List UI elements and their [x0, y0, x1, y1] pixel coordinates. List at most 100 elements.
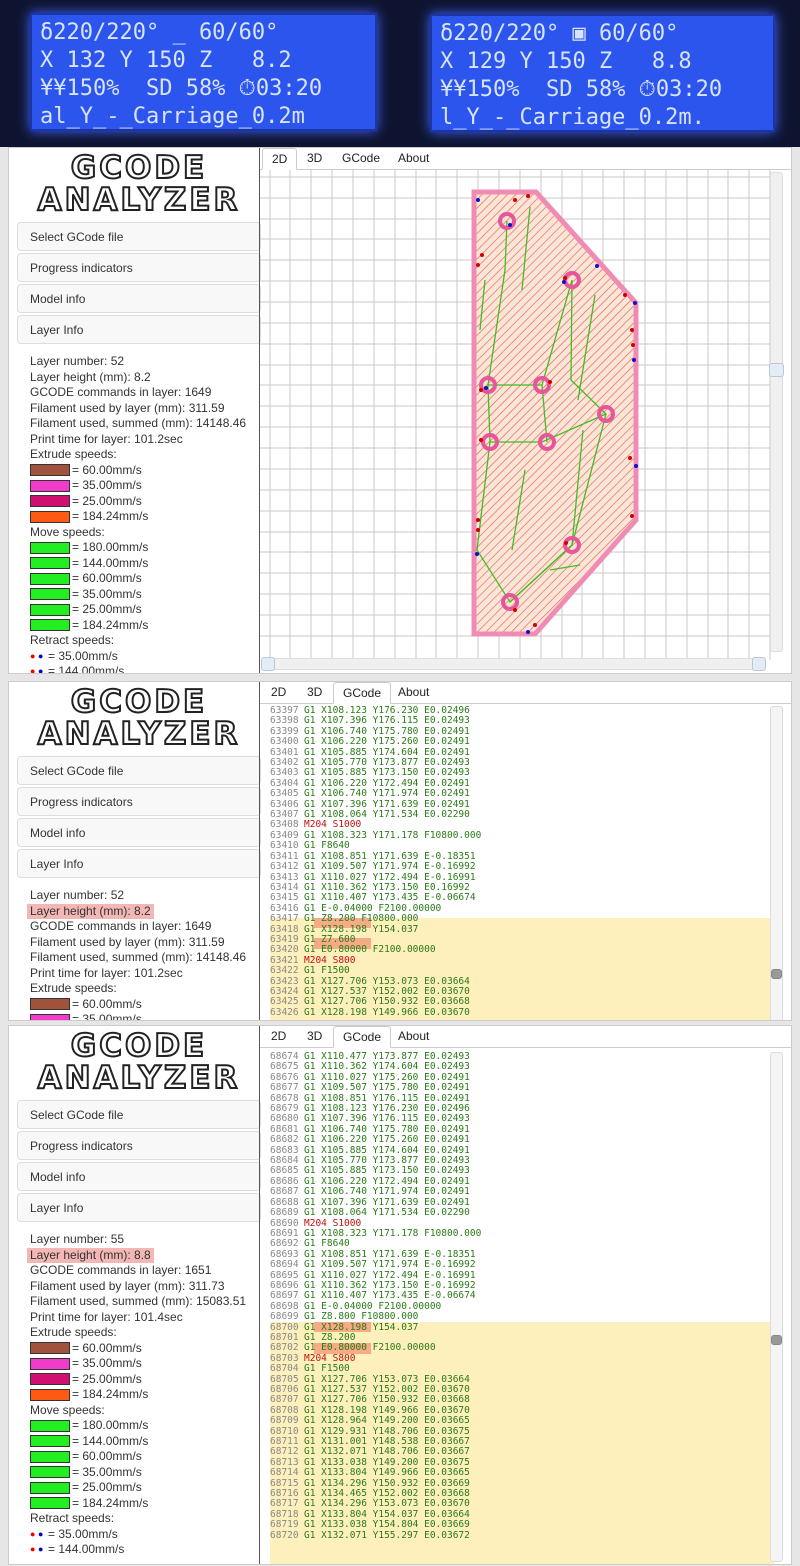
lcd-line: X 129 Y 150 Z 8.8	[440, 49, 692, 74]
gcode-command: G1 X110.027 Y172.494 E-0.16991	[304, 1269, 476, 1281]
layer-info-content: Layer number: 55 Layer height (mm): 8.8 …	[17, 1224, 261, 1558]
retract-dots-icon: ● ●	[30, 1528, 44, 1539]
gcode-command: G1 X110.407 Y173.435 E-0.06674	[304, 892, 476, 904]
color-swatch	[30, 1481, 70, 1494]
gcode-command: G1 Z7.600	[304, 933, 356, 945]
retract-speeds-title: Retract speeds:	[30, 633, 115, 647]
gcode-command: G1 X132.071 Y148.706 E0.03667	[304, 1446, 470, 1458]
legend-row: = 184.24mm/s	[30, 509, 261, 525]
gcode-command: G1 E0.80000 F2100.00000	[304, 1342, 436, 1354]
color-swatch	[30, 479, 70, 492]
gcode-scrollbar[interactable]	[770, 1052, 783, 1562]
gcode-analyzer-logo: GCODE ANALYZER	[17, 1026, 261, 1098]
lcd-line: ¥¥150% SD 58% ⏱03:20	[40, 76, 323, 101]
color-swatch	[30, 998, 70, 1011]
progress-slider-track[interactable]	[261, 657, 766, 671]
tab-2d[interactable]: 2D	[262, 682, 295, 704]
gcode-command: G1 X108.123 Y176.230 E0.02496	[304, 1103, 470, 1115]
layer-2d-canvas[interactable]	[260, 170, 782, 660]
progress-slider-start-handle[interactable]	[261, 657, 275, 671]
tab-2d[interactable]: 2D	[262, 1026, 295, 1048]
legend-row: = 184.24mm/s	[30, 618, 261, 634]
model-info-button[interactable]: Model info	[17, 1162, 261, 1191]
gcode-line: 68702 G1 E0.80000 F2100.00000	[270, 1342, 481, 1354]
lcd-photos: δ220/220° _ 60/60° X 132 Y 150 Z 8.2 ¥¥150…	[0, 0, 800, 147]
tab-gcode[interactable]: GCode	[333, 1026, 392, 1048]
progress-indicators-button[interactable]: Progress indicators	[17, 253, 261, 282]
layer-info-button[interactable]: Layer Info	[17, 315, 261, 344]
gcode-command: G1 X110.027 Y175.260 E0.02491	[304, 1071, 470, 1083]
gcode-listing[interactable]: 68674 G1 X110.477 Y173.877 E0.02493 68675 G…	[270, 1052, 482, 1564]
progress-indicators-button[interactable]: Progress indicators	[17, 787, 261, 816]
model-info-button[interactable]: Model info	[17, 284, 261, 313]
gcode-command: G1 E-0.04000 F2100.00000	[304, 1300, 442, 1312]
select-gcode-file-button[interactable]: Select GCode file	[17, 1100, 261, 1129]
legend-label: = 60.00mm/s	[72, 462, 142, 477]
tab-about[interactable]: About	[389, 1026, 438, 1048]
tab-about[interactable]: About	[389, 148, 438, 170]
select-gcode-file-button[interactable]: Select GCode file	[17, 222, 261, 251]
select-gcode-file-button[interactable]: Select GCode file	[17, 756, 261, 785]
sidebar: GCODE ANALYZER Select GCode file Progress…	[17, 682, 261, 1020]
logo-line2: ANALYZER	[37, 716, 241, 752]
gcode-command: G1 X133.804 Y149.966 E0.03665	[304, 1467, 470, 1479]
gcode-line-number: 68694	[270, 1259, 299, 1271]
gcode-command: G1 X107.396 Y171.639 E0.02491	[304, 1196, 470, 1208]
tab-gcode[interactable]: GCode	[333, 682, 392, 704]
gcode-line: 68689 G1 X108.064 Y171.534 E0.02290	[270, 1207, 481, 1218]
gcode-analyzer-logo: GCODE ANALYZER	[17, 682, 261, 754]
logo-line1: GCODE	[70, 1028, 208, 1064]
gcode-scrollbar[interactable]	[770, 706, 783, 1020]
gcode-command: G1 X132.071 Y155.297 E0.03672	[304, 1529, 470, 1541]
legend-label: = 35.00mm/s	[72, 1012, 142, 1020]
legend-label: = 35.00mm/s	[72, 1356, 142, 1370]
tab-3d[interactable]: 3D	[298, 682, 331, 704]
tab-3d[interactable]: 3D	[298, 148, 331, 170]
gcode-command: G1 X106.740 Y175.780 E0.02491	[304, 725, 470, 737]
filament-layer: Filament used by layer (mm): 311.59	[30, 934, 225, 949]
progress-slider-end-handle[interactable]	[752, 657, 766, 671]
color-swatch	[30, 1373, 70, 1386]
gcode-command: G1 X127.706 Y150.932 E0.03668	[304, 996, 470, 1008]
gcode-line-number: 63412	[270, 861, 299, 873]
legend-label: = 184.24mm/s	[72, 1387, 149, 1401]
color-swatch	[30, 1450, 70, 1463]
tab-bar: 2D 3D GCode About	[260, 682, 791, 704]
tab-gcode[interactable]: GCode	[333, 148, 389, 170]
layer-info-button[interactable]: Layer Info	[17, 849, 261, 878]
color-swatch	[30, 1013, 70, 1020]
lcd-screen: δ220/220° ▣ 60/60° X 129 Y 150 Z 8.8 ¥¥150…	[430, 14, 775, 132]
scroll-thumb[interactable]	[771, 1335, 782, 1345]
layer-info-content: Layer number: 52 Layer height (mm): 8.2 …	[17, 346, 261, 673]
lcd-photo-left: δ220/220° _ 60/60° X 132 Y 150 Z 8.2 ¥¥150…	[0, 0, 400, 147]
gcode-command: G1 X128.198 Y154.037	[304, 923, 419, 935]
tab-2d[interactable]: 2D	[262, 148, 298, 170]
gcode-command: G1 F1500	[304, 965, 350, 977]
tab-about[interactable]: About	[389, 682, 438, 704]
print-time: Print time for layer: 101.2sec	[30, 965, 183, 980]
model-info-button[interactable]: Model info	[17, 818, 261, 847]
legend-row: = 144.00mm/s	[30, 1434, 261, 1450]
layer-slider-handle[interactable]	[769, 363, 784, 377]
gcode-listing[interactable]: 63397 G1 X108.123 Y176.230 E0.02496 63398 G…	[270, 706, 481, 1020]
color-swatch	[30, 588, 70, 601]
legend-label: = 25.00mm/s	[72, 493, 142, 508]
legend-row: = 25.00mm/s	[30, 1480, 261, 1496]
gcode-command: G1 X108.323 Y171.178 F10800.000	[304, 1227, 482, 1239]
gcode-command: G1 X133.038 Y149.200 E0.03675	[304, 1456, 470, 1468]
layer-info-button[interactable]: Layer Info	[17, 1193, 261, 1222]
gcode-command: G1 F8640	[304, 1238, 350, 1250]
extrude-speeds-title: Extrude speeds:	[30, 447, 117, 461]
legend-row: = 60.00mm/s	[30, 997, 261, 1013]
gcode-command: M204 S800	[304, 954, 356, 966]
filament-summed: Filament used, summed (mm): 14148.46	[30, 950, 247, 964]
layer-slider-track[interactable]	[769, 172, 784, 652]
progress-indicators-button[interactable]: Progress indicators	[17, 1131, 261, 1160]
scroll-thumb[interactable]	[771, 969, 782, 979]
tab-3d[interactable]: 3D	[298, 1026, 331, 1048]
color-swatch	[30, 603, 70, 616]
sidebar: GCODE ANALYZER Select GCode file Progress…	[17, 1026, 261, 1564]
move-speeds-title: Move speeds:	[30, 1402, 105, 1417]
legend-label: = 60.00mm/s	[72, 1449, 142, 1463]
legend-row: = 35.00mm/s	[30, 1356, 261, 1372]
